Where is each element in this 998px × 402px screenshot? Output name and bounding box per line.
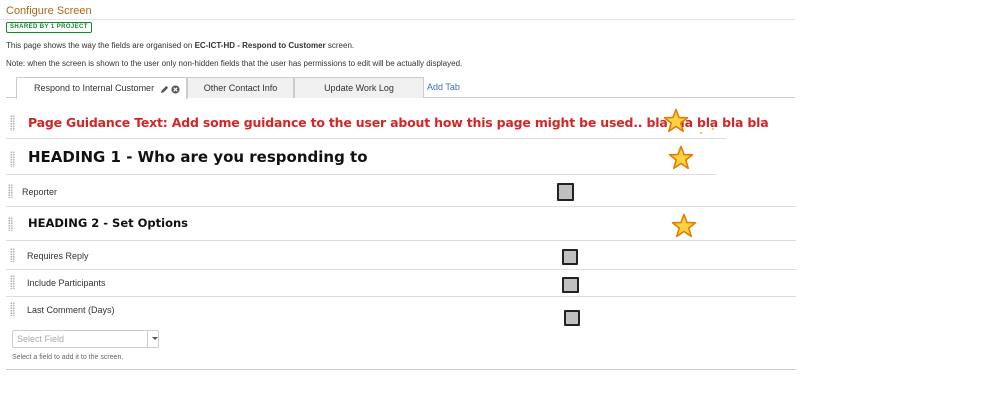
checkbox-icon[interactable]: [564, 310, 580, 326]
row-divider: [6, 240, 796, 241]
checkbox-icon[interactable]: [557, 183, 574, 201]
star-icon: [671, 213, 697, 238]
screen-tabs: Respond to Internal Customer Other Conta…: [6, 77, 795, 99]
decoration-dot: [700, 132, 702, 134]
field-last-comment-days[interactable]: Last Comment (Days): [27, 305, 115, 315]
star-icon: [663, 108, 689, 133]
row-divider: [6, 174, 716, 175]
field-heading-2[interactable]: HEADING 2 - Set Options: [28, 216, 188, 230]
drag-handle-icon[interactable]: [10, 275, 15, 289]
chevron-down-icon[interactable]: [152, 337, 158, 340]
drag-handle-icon[interactable]: [10, 115, 15, 131]
field-heading-1[interactable]: HEADING 1 - Who are you responding to: [28, 148, 368, 166]
tab-label: Respond to Internal Customer: [34, 83, 155, 93]
title-divider: [0, 19, 795, 20]
drag-handle-icon[interactable]: [8, 184, 13, 198]
pencil-icon[interactable]: [160, 85, 169, 94]
description-suffix: screen.: [325, 41, 355, 50]
dropdown-divider: [147, 331, 148, 347]
row-divider: [6, 296, 796, 297]
row-divider: [6, 138, 726, 139]
tab-other-contact-info[interactable]: Other Contact Info: [187, 77, 294, 98]
tab-respond-to-internal-customer[interactable]: Respond to Internal Customer: [16, 77, 187, 99]
select-field-help: Select a field to add it to the screen.: [12, 354, 124, 361]
drag-handle-icon[interactable]: [10, 151, 15, 167]
drag-handle-icon[interactable]: [8, 217, 13, 231]
page-title: Configure Screen: [6, 5, 92, 17]
description-prefix: This page shows the way the fields are o…: [6, 41, 195, 50]
drag-handle-icon[interactable]: [10, 302, 15, 316]
field-page-guidance-text[interactable]: Page Guidance Text: Add some guidance to…: [28, 115, 769, 130]
select-field-dropdown[interactable]: Select Field: [12, 330, 159, 348]
field-requires-reply[interactable]: Requires Reply: [27, 251, 89, 261]
field-include-participants[interactable]: Include Participants: [27, 278, 106, 288]
tab-update-work-log[interactable]: Update Work Log: [294, 77, 424, 98]
visibility-note: Note: when the screen is shown to the us…: [6, 59, 463, 68]
decoration-dot: [712, 128, 714, 130]
remove-icon[interactable]: [171, 85, 180, 94]
star-icon: [668, 145, 694, 170]
row-divider: [6, 269, 796, 270]
add-tab-link[interactable]: Add Tab: [427, 77, 460, 97]
screen-name: EC-ICT-HD - Respond to Customer: [194, 41, 326, 50]
field-reporter[interactable]: Reporter: [22, 187, 57, 197]
row-divider: [6, 206, 796, 207]
select-field-placeholder: Select Field: [17, 334, 65, 344]
screen-description: This page shows the way the fields are o…: [6, 41, 354, 50]
drag-handle-icon[interactable]: [10, 248, 15, 262]
checkbox-icon[interactable]: [562, 277, 579, 293]
checkbox-icon[interactable]: [562, 249, 578, 265]
shared-by-projects-badge[interactable]: SHARED BY 1 PROJECT: [6, 22, 92, 33]
bottom-divider: [6, 369, 796, 370]
